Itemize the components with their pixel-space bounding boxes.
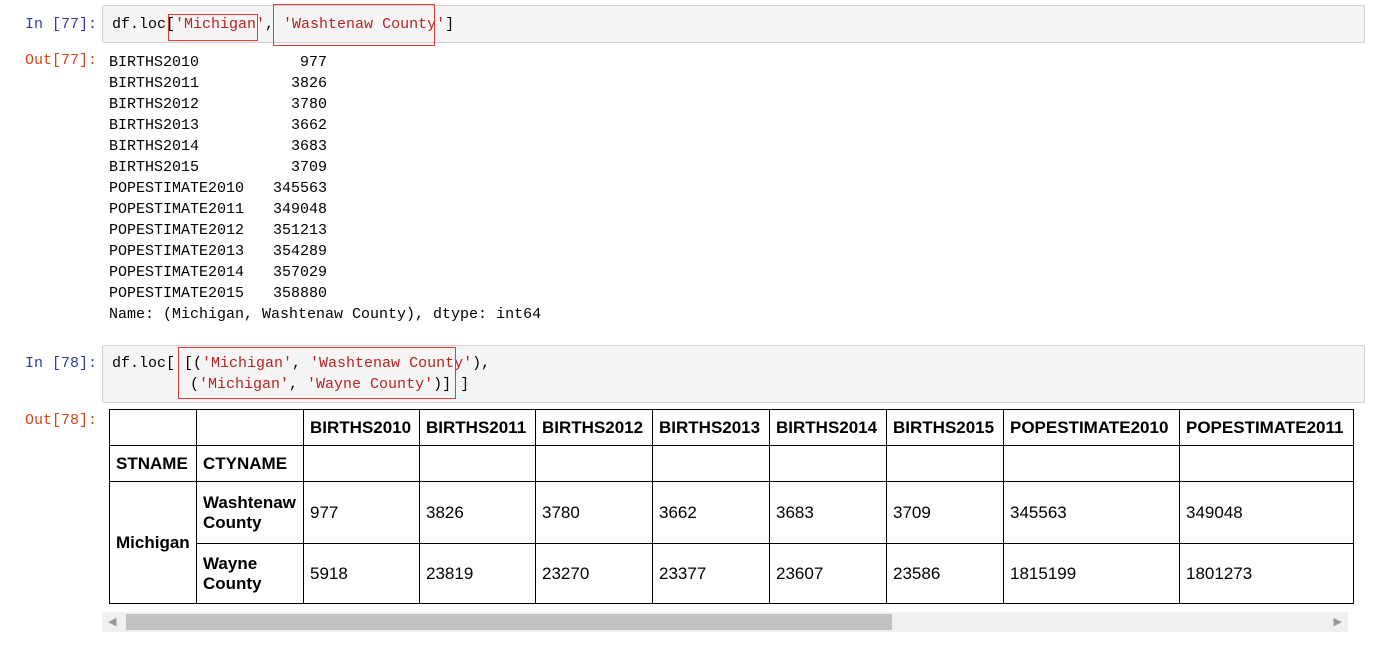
input-prompt-78: In [78]: [24,355,97,372]
series-value: 3662 [290,117,327,134]
empty-cell [535,445,653,482]
series-row: BIRTHS2010 977 [109,52,541,73]
horizontal-scrollbar[interactable]: ◀ ▶ [102,612,1348,632]
county-label: Wayne County [196,543,304,604]
column-header: BIRTHS2010 [303,409,420,446]
state-label: Michigan [109,481,197,604]
highlight-box [168,14,258,41]
series-key: BIRTHS2012 [109,96,200,113]
dataframe-table: BIRTHS2010 BIRTHS2011 BIRTHS2012 BIRTHS2013… [109,409,1354,604]
index-name: CTYNAME [196,445,304,482]
series-row: POPESTIMATE2014 357029 [109,262,541,283]
highlight-box [273,4,435,46]
table-cell: 345563 [1003,481,1180,544]
series-key: BIRTHS2011 [109,75,200,92]
series-value: 3709 [290,159,327,176]
series-row: BIRTHS2014 3683 [109,136,541,157]
column-header: BIRTHS2011 [419,409,536,446]
highlight-box [178,347,456,399]
column-header: POPESTIMATE2011 [1179,409,1354,446]
column-header: BIRTHS2014 [769,409,887,446]
table-cell: 3683 [769,481,887,544]
table-cell: 3709 [886,481,1004,544]
table-cell: 3826 [419,481,536,544]
table-cell: 23607 [769,543,887,604]
series-row: POPESTIMATE2013 354289 [109,241,541,262]
series-row: POPESTIMATE2011 349048 [109,199,541,220]
series-key: BIRTHS2013 [109,117,200,134]
series-key: POPESTIMATE2013 [109,243,245,260]
index-name: STNAME [109,445,197,482]
scrollbar-thumb[interactable] [126,614,892,630]
code: ), [472,355,491,372]
series-key: POPESTIMATE2012 [109,222,245,239]
series-row: BIRTHS2013 3662 [109,115,541,136]
series-key: POPESTIMATE2010 [109,180,245,197]
series-value: 977 [299,54,327,71]
table-cell: 3780 [535,481,653,544]
empty-cell [652,445,770,482]
series-value: 345563 [272,180,327,197]
input-prompt-77: In [77]: [24,16,97,33]
empty-cell [886,445,1004,482]
series-value: 358880 [272,285,327,302]
series-row: BIRTHS2011 3826 [109,73,541,94]
series-key: BIRTHS2014 [109,138,200,155]
series-value: 351213 [272,222,327,239]
county-label: Washtenaw County [196,481,304,544]
scroll-right-icon[interactable]: ▶ [1334,615,1342,628]
table-cell: 23586 [886,543,1004,604]
code: ] [445,16,455,33]
series-row: POPESTIMATE2012 351213 [109,220,541,241]
series-row: BIRTHS2015 3709 [109,157,541,178]
series-value: 3780 [290,96,327,113]
column-header: BIRTHS2015 [886,409,1004,446]
output-prompt-77: Out[77]: [24,52,97,69]
table-cell: 5918 [303,543,420,604]
empty-cell [419,445,536,482]
table-cell: 1801273 [1179,543,1354,604]
empty-cell [303,445,420,482]
empty-cell [1003,445,1180,482]
table-cell: 3662 [652,481,770,544]
table-cell: 23270 [535,543,653,604]
table-cell: 23377 [652,543,770,604]
series-output: BIRTHS2010 977 BIRTHS2011 3826 BIRTHS2012 378… [109,52,541,325]
series-value: 354289 [272,243,327,260]
column-header: POPESTIMATE2010 [1003,409,1180,446]
series-key: BIRTHS2015 [109,159,200,176]
table-cell: 23819 [419,543,536,604]
column-header: BIRTHS2013 [652,409,770,446]
table-cell: 1815199 [1003,543,1180,604]
series-key: BIRTHS2010 [109,54,200,71]
empty-cell [1179,445,1354,482]
series-key: POPESTIMATE2014 [109,264,245,281]
series-value: 357029 [272,264,327,281]
series-key: POPESTIMATE2011 [109,201,245,218]
table-cell: 977 [303,481,420,544]
empty-cell [769,445,887,482]
series-value: 3826 [290,75,327,92]
series-footer: Name: (Michigan, Washtenaw County), dtyp… [109,306,542,323]
output-prompt-78: Out[78]: [24,412,97,429]
series-row: POPESTIMATE2015 358880 [109,283,541,304]
scroll-left-icon[interactable]: ◀ [108,615,116,628]
series-row: POPESTIMATE2010 345563 [109,178,541,199]
table-cell: 349048 [1179,481,1354,544]
code: df.loc[ [112,16,176,33]
series-row: BIRTHS2012 3780 [109,94,541,115]
series-key: POPESTIMATE2015 [109,285,245,302]
column-header: BIRTHS2012 [535,409,653,446]
series-value: 349048 [272,201,327,218]
series-value: 3683 [290,138,327,155]
